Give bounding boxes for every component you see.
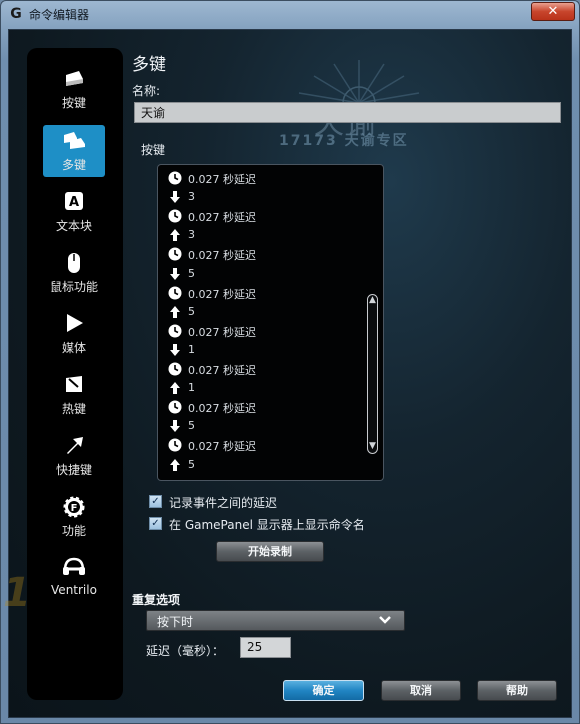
sidebar-item-media[interactable]: 媒体 [43, 308, 105, 360]
repeat-options-label: 重复选项 [132, 593, 181, 607]
sidebar-item-label: 按键 [61, 96, 86, 110]
ok-button[interactable]: 确定 [283, 680, 364, 701]
delay-ms-label: 延迟（毫秒）： [146, 644, 225, 658]
scroll-down-icon[interactable]: ▼ [368, 441, 377, 451]
keystroke-event-text: 1 [188, 342, 195, 356]
key-icon [43, 67, 105, 93]
sidebar-item-keystroke[interactable]: 按键 [43, 63, 105, 115]
help-button[interactable]: 帮助 [477, 680, 557, 701]
close-button[interactable]: ✕ [531, 2, 575, 21]
keystrokes-label: 按键 [141, 143, 166, 157]
sidebar-item-label: 热键 [61, 402, 86, 416]
scrollbar-thumb[interactable] [367, 294, 378, 454]
page-title: 多键 [132, 55, 166, 75]
checkmark-icon[interactable]: ✓ [149, 495, 162, 508]
keystroke-event-text: 5 [188, 457, 195, 471]
checkbox-label: 在 GamePanel 显示器上显示命令名 [169, 518, 365, 532]
command-editor-window: G 命令编辑器 ✕ 天谕 17173 天谕专区 1773 [0, 0, 580, 724]
sidebar-item-label: 文本块 [55, 219, 92, 233]
keystroke-event-text: 3 [188, 228, 195, 242]
checkbox-label: 记录事件之间的延迟 [169, 496, 278, 510]
sidebar-item-label: 快捷键 [55, 463, 92, 477]
arrow-down-icon [168, 190, 182, 204]
clock-icon [168, 247, 182, 261]
logitech-g-icon: G [10, 6, 22, 22]
sidebar-item-label: 多键 [61, 158, 86, 172]
arrow-down-icon [168, 343, 182, 357]
arrow-up-icon [168, 381, 182, 395]
repeat-mode-value: 按下时 [157, 615, 194, 629]
shortcut-arrow-icon [43, 434, 105, 460]
sidebar-item-label: 功能 [61, 524, 86, 538]
sidebar-item-label: 媒体 [61, 341, 86, 355]
watermark-site-text: 17173 天谕专区 [279, 133, 409, 149]
keystroke-event-text: 0.027 秒延迟 [188, 364, 256, 377]
keystroke-event-text: 0.027 秒延迟 [188, 402, 256, 416]
title-bar[interactable]: G 命令编辑器 ✕ [1, 1, 579, 27]
clock-icon [168, 438, 182, 452]
keystroke-event-text: 1 [188, 381, 195, 395]
function-gear-icon: F [43, 495, 105, 521]
clock-icon [168, 362, 182, 376]
keystroke-list[interactable]: 0.027 秒延迟 3 0.027 秒延迟 3 0.027 秒延迟 5 0.027 秒延迟 5… [157, 164, 384, 481]
keystroke-event-text: 0.027 秒延迟 [188, 249, 256, 263]
sidebar-item-function[interactable]: F 功能 [43, 491, 105, 543]
close-icon: ✕ [547, 4, 559, 19]
arrow-up-icon [168, 228, 182, 242]
sidebar-item-hotkey[interactable]: 热键 [43, 369, 105, 421]
keystroke-event-text: 0.027 秒延迟 [188, 173, 256, 186]
sidebar-item-multikey[interactable]: 多键 [43, 125, 105, 177]
hotkey-icon [43, 373, 105, 399]
arrow-up-icon [168, 305, 182, 319]
arrow-down-icon [168, 419, 182, 433]
sidebar-item-text-block[interactable]: A 文本块 [43, 186, 105, 238]
arrow-down-icon [168, 267, 182, 281]
multikey-icon [43, 129, 105, 155]
name-input[interactable]: 天谕 [134, 102, 561, 123]
clock-icon [168, 286, 182, 300]
keystroke-event-text: 0.027 秒延迟 [188, 440, 256, 454]
mouse-icon [43, 251, 105, 277]
delay-ms-input[interactable]: 25 [240, 637, 291, 658]
arrow-up-icon [168, 458, 182, 472]
window-title: 命令编辑器 [29, 8, 90, 22]
keystroke-event-text: 5 [188, 304, 195, 318]
sidebar-item-label: Ventrilo [51, 583, 97, 597]
clock-icon [168, 400, 182, 414]
svg-text:F: F [71, 503, 78, 514]
start-recording-button[interactable]: 开始录制 [216, 541, 324, 562]
sidebar-item-ventrilo[interactable]: Ventrilo [43, 552, 105, 604]
play-icon [43, 312, 105, 338]
text-block-icon: A [43, 190, 105, 216]
clock-icon [168, 324, 182, 338]
keystroke-event-text: 5 [188, 266, 195, 280]
repeat-mode-select[interactable]: 按下时 [146, 610, 405, 631]
dialog-body: 天谕 17173 天谕专区 1773 按键 多键 A 文本块 [3, 29, 572, 718]
keystroke-event-text: 5 [188, 419, 195, 433]
scroll-up-icon[interactable]: ▲ [368, 295, 377, 305]
clock-icon [168, 209, 182, 223]
keystroke-event-text: 0.027 秒延迟 [188, 287, 256, 301]
chevron-down-icon [378, 613, 392, 630]
sidebar-item-label: 鼠标功能 [49, 280, 98, 294]
keystroke-event-text: 0.027 秒延迟 [188, 211, 256, 225]
sidebar-item-mouse[interactable]: 鼠标功能 [43, 247, 105, 299]
command-type-sidebar: 按键 多键 A 文本块 鼠标功能 媒体 热键 快捷键 F 功能 Ventrilo [27, 48, 123, 700]
name-label: 名称: [132, 84, 161, 98]
svg-text:A: A [69, 195, 79, 210]
cancel-button[interactable]: 取消 [381, 680, 461, 701]
keystroke-event-text: 0.027 秒延迟 [188, 325, 256, 339]
keystroke-event-text: 3 [188, 190, 195, 204]
sidebar-item-shortcut[interactable]: 快捷键 [43, 430, 105, 482]
headset-icon [43, 556, 105, 582]
checkmark-icon[interactable]: ✓ [149, 517, 162, 530]
clock-icon [168, 171, 182, 185]
